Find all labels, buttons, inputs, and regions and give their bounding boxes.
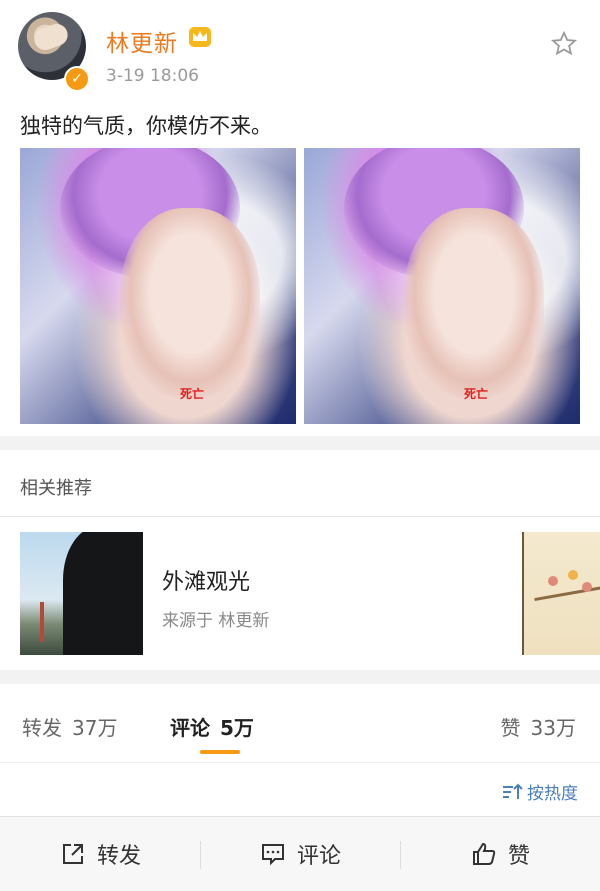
comment-icon — [261, 844, 284, 866]
thumbs-up-icon — [472, 842, 496, 865]
active-tab-indicator — [200, 750, 240, 754]
sort-by-hot-button[interactable]: 按热度 — [501, 779, 578, 804]
recommend-thumbnail[interactable] — [20, 532, 143, 655]
sort-label: 按热度 — [527, 784, 578, 804]
image-tag: 死亡 — [464, 387, 489, 401]
tab-comments-label: 评论 — [170, 716, 210, 740]
comment-button-label: 评论 — [296, 844, 341, 869]
favorite-star-icon[interactable] — [550, 30, 578, 58]
like-button[interactable]: 赞 — [400, 817, 600, 891]
like-count: 33万 — [530, 716, 576, 740]
bottom-action-bar: 转发 评论 赞 — [0, 816, 600, 891]
post-timestamp: 3-19 18:06 — [106, 66, 199, 86]
post-header: ✓ 林更新 3-19 18:06 — [0, 0, 600, 100]
divider — [0, 516, 600, 517]
recommend-thumbnail-next[interactable] — [522, 532, 600, 655]
comment-button[interactable]: 评论 — [200, 817, 400, 891]
post-image[interactable]: 死亡 — [20, 148, 296, 424]
like-button-label: 赞 — [507, 844, 530, 869]
post-image[interactable]: 死亡 — [304, 148, 580, 424]
tab-likes-label: 赞 — [500, 716, 521, 740]
tab-likes[interactable]: 赞 33万 — [501, 712, 576, 741]
recommend-item-source: 来源于 林更新 — [162, 611, 270, 631]
username[interactable]: 林更新 — [106, 24, 178, 58]
stats-bar: 转发 37万 评论 5万 赞 33万 — [0, 690, 600, 762]
tab-reposts-label: 转发 — [22, 716, 62, 740]
crown-icon — [189, 27, 211, 47]
comment-count: 5万 — [220, 716, 254, 740]
sort-icon — [503, 783, 523, 799]
section-divider — [0, 436, 600, 450]
image-tag: 死亡 — [180, 387, 205, 401]
divider — [0, 762, 600, 763]
recommend-item-title[interactable]: 外滩观光 — [162, 564, 250, 596]
section-divider — [0, 670, 600, 684]
repost-button-label: 转发 — [96, 844, 141, 869]
recommend-section-title: 相关推荐 — [20, 478, 92, 499]
verified-badge-icon: ✓ — [64, 66, 90, 92]
post-text: 独特的气质，你模仿不来。 — [20, 114, 272, 138]
tab-reposts[interactable]: 转发 37万 — [22, 712, 117, 741]
repost-button[interactable]: 转发 — [0, 817, 200, 891]
share-icon — [62, 844, 83, 864]
repost-count: 37万 — [72, 716, 118, 740]
tab-comments[interactable]: 评论 5万 — [170, 712, 254, 741]
